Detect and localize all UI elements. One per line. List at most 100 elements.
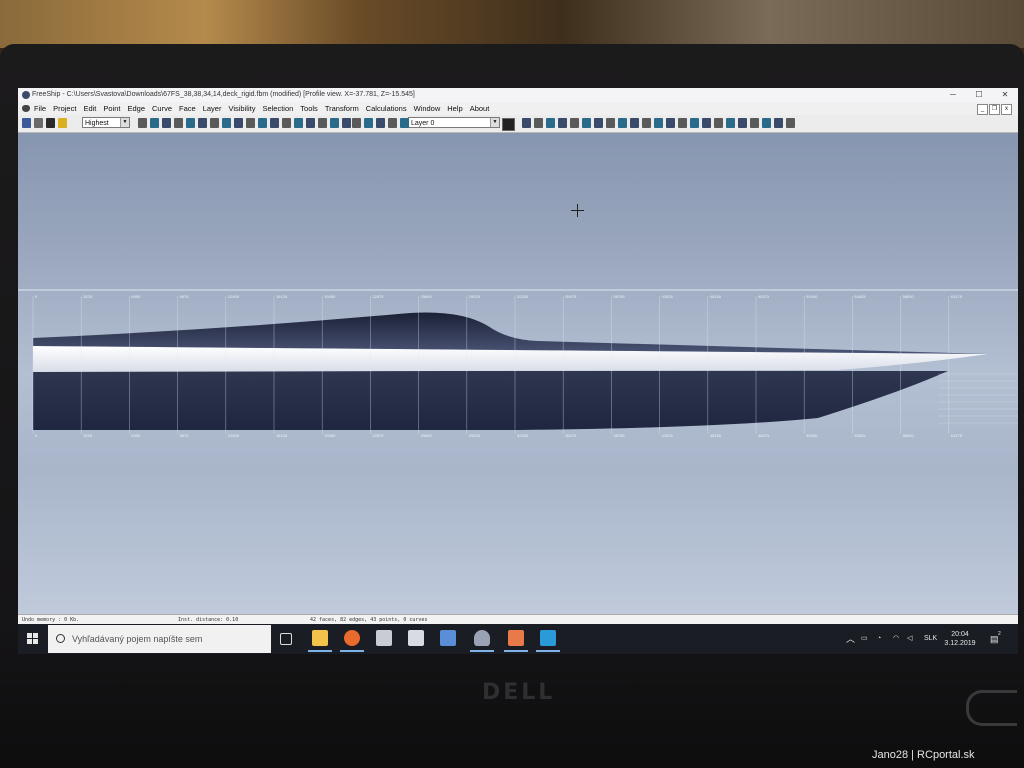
battery-icon[interactable]: ▭	[861, 624, 868, 654]
toolbar-tool-icon[interactable]	[654, 118, 663, 128]
toolbar-tool-icon[interactable]	[258, 118, 267, 128]
menu-selection[interactable]: Selection	[262, 102, 293, 115]
toolbar-tool-icon[interactable]	[750, 118, 759, 128]
toolbar-tool-icon[interactable]	[558, 118, 567, 128]
mail-icon[interactable]	[408, 630, 424, 646]
toolbar-tool-icon[interactable]	[352, 118, 361, 128]
toolbar-tool-icon[interactable]	[570, 118, 579, 128]
toolbar-tool-icon[interactable]	[234, 118, 243, 128]
toolbar-tool-icon[interactable]	[318, 118, 327, 128]
app-blue-icon[interactable]	[536, 630, 560, 652]
toolbar-tool-icon[interactable]	[330, 118, 339, 128]
menu-edit[interactable]: Edit	[83, 102, 96, 115]
top-ruler-label: 22575	[372, 294, 384, 299]
toolbar-tool-icon[interactable]	[22, 118, 31, 128]
hull-profile-drawing[interactable]: 0 3225 6450 9675 12900 16125 19350 22575 25800 29…	[18, 288, 1018, 448]
toolbar-tool-icon[interactable]	[186, 118, 195, 128]
toolbar-tool-icon[interactable]	[546, 118, 555, 128]
taskbar-clock[interactable]: 20:04 3.12.2019	[940, 630, 980, 648]
toolbar-tool-icon[interactable]	[690, 118, 699, 128]
toolbar-tool-icon[interactable]	[762, 118, 771, 128]
file-explorer-icon[interactable]	[308, 630, 332, 652]
minimize-button[interactable]: ─	[940, 88, 966, 102]
toolbar-tool-icon[interactable]	[678, 118, 687, 128]
toolbar-tool-icon[interactable]	[388, 118, 397, 128]
toolbar-tool-icon[interactable]	[534, 118, 543, 128]
toolbar-tool-icon[interactable]	[606, 118, 615, 128]
toolbar-tool-icon[interactable]	[774, 118, 783, 128]
precision-select[interactable]: Highest ▼	[82, 117, 130, 128]
toolbar-tool-icon[interactable]	[738, 118, 747, 128]
toolbar-tool-icon[interactable]	[376, 118, 385, 128]
toolbar-tool-icon[interactable]	[282, 118, 291, 128]
toolbar-tool-icon[interactable]	[294, 118, 303, 128]
toolbar-tool-icon[interactable]	[522, 118, 531, 128]
document-menu-icon[interactable]	[22, 105, 30, 112]
toolbar-tool-icon[interactable]	[270, 118, 279, 128]
menu-curve[interactable]: Curve	[152, 102, 172, 115]
toolbar-tool-icon[interactable]	[34, 118, 43, 128]
notification-icon[interactable]: ▤	[990, 624, 999, 654]
delftship-icon[interactable]	[440, 630, 456, 646]
toolbar-tool-icon[interactable]	[246, 118, 255, 128]
toolbar-tool-icon[interactable]	[582, 118, 591, 128]
toolbar-tool-icon[interactable]	[364, 118, 373, 128]
toolbar-tool-icon[interactable]	[714, 118, 723, 128]
toolbar-tool-icon[interactable]	[174, 118, 183, 128]
toolbar-tool-icon[interactable]	[150, 118, 159, 128]
layer-select[interactable]: Layer 0 ▼	[408, 117, 500, 128]
mdi-close-button[interactable]: x	[1001, 104, 1012, 115]
menu-visibility[interactable]: Visibility	[228, 102, 255, 115]
firefox-icon[interactable]	[340, 630, 364, 652]
toolbar-tool-icon[interactable]	[400, 118, 409, 128]
menu-file[interactable]: File	[34, 102, 46, 115]
menu-transform[interactable]: Transform	[325, 102, 359, 115]
mdi-minimize-button[interactable]: _	[977, 104, 988, 115]
top-ruler-label: 51600	[806, 294, 818, 299]
toolbar-tool-icon[interactable]	[46, 118, 55, 128]
toolbar-tool-icon[interactable]	[198, 118, 207, 128]
wifi-icon[interactable]: ◠	[893, 624, 899, 654]
language-indicator[interactable]: SLK	[924, 624, 937, 654]
toolbar-tool-icon[interactable]	[162, 118, 171, 128]
close-button[interactable]: ✕	[992, 88, 1018, 102]
menu-calculations[interactable]: Calculations	[366, 102, 407, 115]
menu-layer[interactable]: Layer	[203, 102, 222, 115]
toolbar-tool-icon[interactable]	[210, 118, 219, 128]
menu-point[interactable]: Point	[103, 102, 120, 115]
toolbar-tool-icon[interactable]	[306, 118, 315, 128]
menu-project[interactable]: Project	[53, 102, 76, 115]
toolbar-tool-icon[interactable]	[702, 118, 711, 128]
profile-viewport[interactable]: 0 3225 6450 9675 12900 16125 19350 22575 25800 29…	[18, 133, 1018, 614]
menu-window[interactable]: Window	[414, 102, 441, 115]
maximize-button[interactable]: ☐	[966, 88, 992, 102]
toolbar-tool-icon[interactable]	[726, 118, 735, 128]
mdi-restore-button[interactable]: ❐	[989, 104, 1000, 115]
app-icon[interactable]	[376, 630, 392, 646]
toolbar-tool-icon[interactable]	[666, 118, 675, 128]
toolbar-tool-icon[interactable]	[342, 118, 351, 128]
taskbar-search-box[interactable]: Vyhľadávaný pojem napíšte sem	[48, 625, 271, 653]
tray-chevron-up-icon[interactable]: ︿	[846, 624, 855, 654]
network-icon[interactable]: ◔	[877, 624, 881, 654]
toolbar-tool-icon[interactable]	[222, 118, 231, 128]
layer-color-swatch[interactable]	[502, 118, 515, 131]
menu-face[interactable]: Face	[179, 102, 196, 115]
toolbar-tool-icon[interactable]	[618, 118, 627, 128]
menu-help[interactable]: Help	[447, 102, 462, 115]
windows-start-button[interactable]	[27, 633, 39, 645]
toolbar-tool-icon[interactable]	[642, 118, 651, 128]
toolbar-tool-icon[interactable]	[786, 118, 795, 128]
toolbar-tool-icon[interactable]	[58, 118, 67, 128]
freeship-task-icon[interactable]	[470, 630, 494, 652]
toolbar-tool-icon[interactable]	[630, 118, 639, 128]
app-f-icon[interactable]	[504, 630, 528, 652]
menu-about[interactable]: About	[470, 102, 490, 115]
menu-edge[interactable]: Edge	[127, 102, 145, 115]
toolbar-tool-icon[interactable]	[138, 118, 147, 128]
hull-side-surface[interactable]	[33, 371, 948, 430]
menu-tools[interactable]: Tools	[300, 102, 318, 115]
task-view-icon[interactable]	[280, 633, 292, 645]
volume-icon[interactable]: ◁	[907, 624, 912, 654]
toolbar-tool-icon[interactable]	[594, 118, 603, 128]
